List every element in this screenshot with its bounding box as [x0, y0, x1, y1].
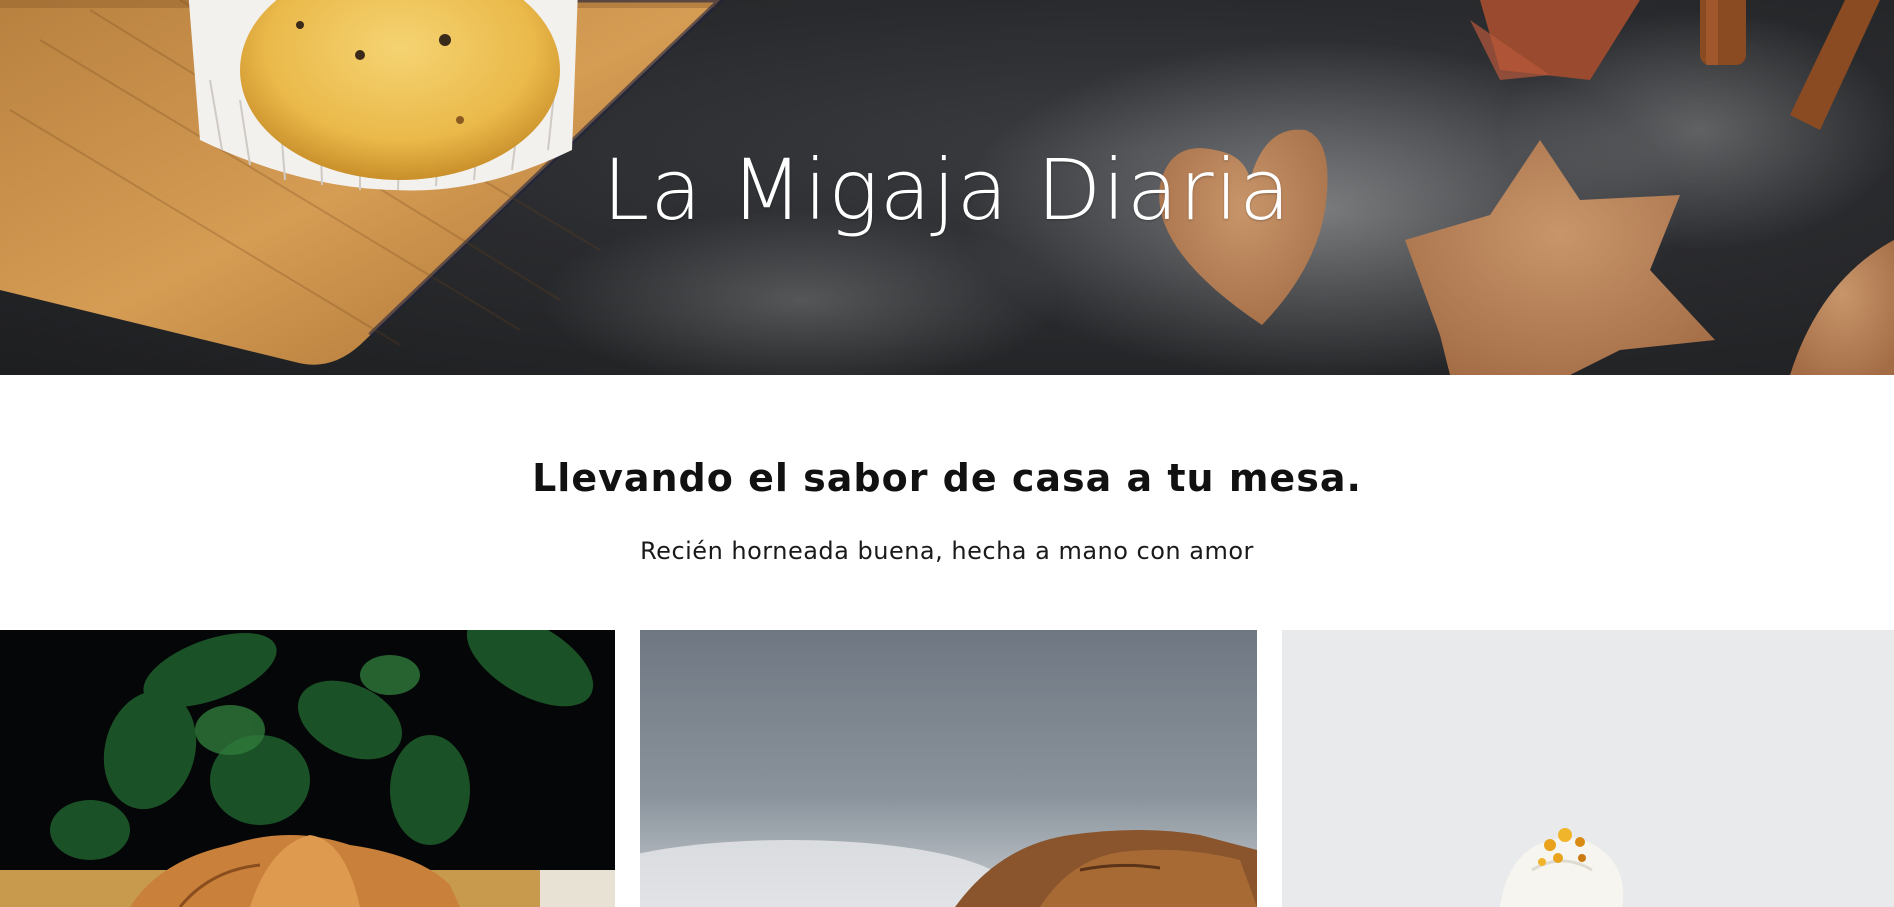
site-title: La Migaja Diaria [602, 141, 1292, 239]
pastry-photo [640, 630, 1257, 907]
cupcake-photo [1282, 630, 1894, 907]
hero-banner: La Migaja Diaria [0, 0, 1894, 375]
gallery-card-pastry[interactable] [640, 630, 1257, 907]
tagline-heading: Llevando el sabor de casa a tu mesa. [532, 456, 1362, 500]
product-gallery [0, 630, 1894, 907]
intro-section: Llevando el sabor de casa a tu mesa. Rec… [0, 375, 1894, 630]
gallery-card-cupcake[interactable] [1282, 630, 1894, 907]
cookie-image [1790, 240, 1894, 375]
croissant-photo [0, 630, 615, 907]
gallery-card-croissant[interactable] [0, 630, 615, 907]
intro-subtitle: Recién horneada buena, hecha a mano con … [640, 537, 1254, 565]
